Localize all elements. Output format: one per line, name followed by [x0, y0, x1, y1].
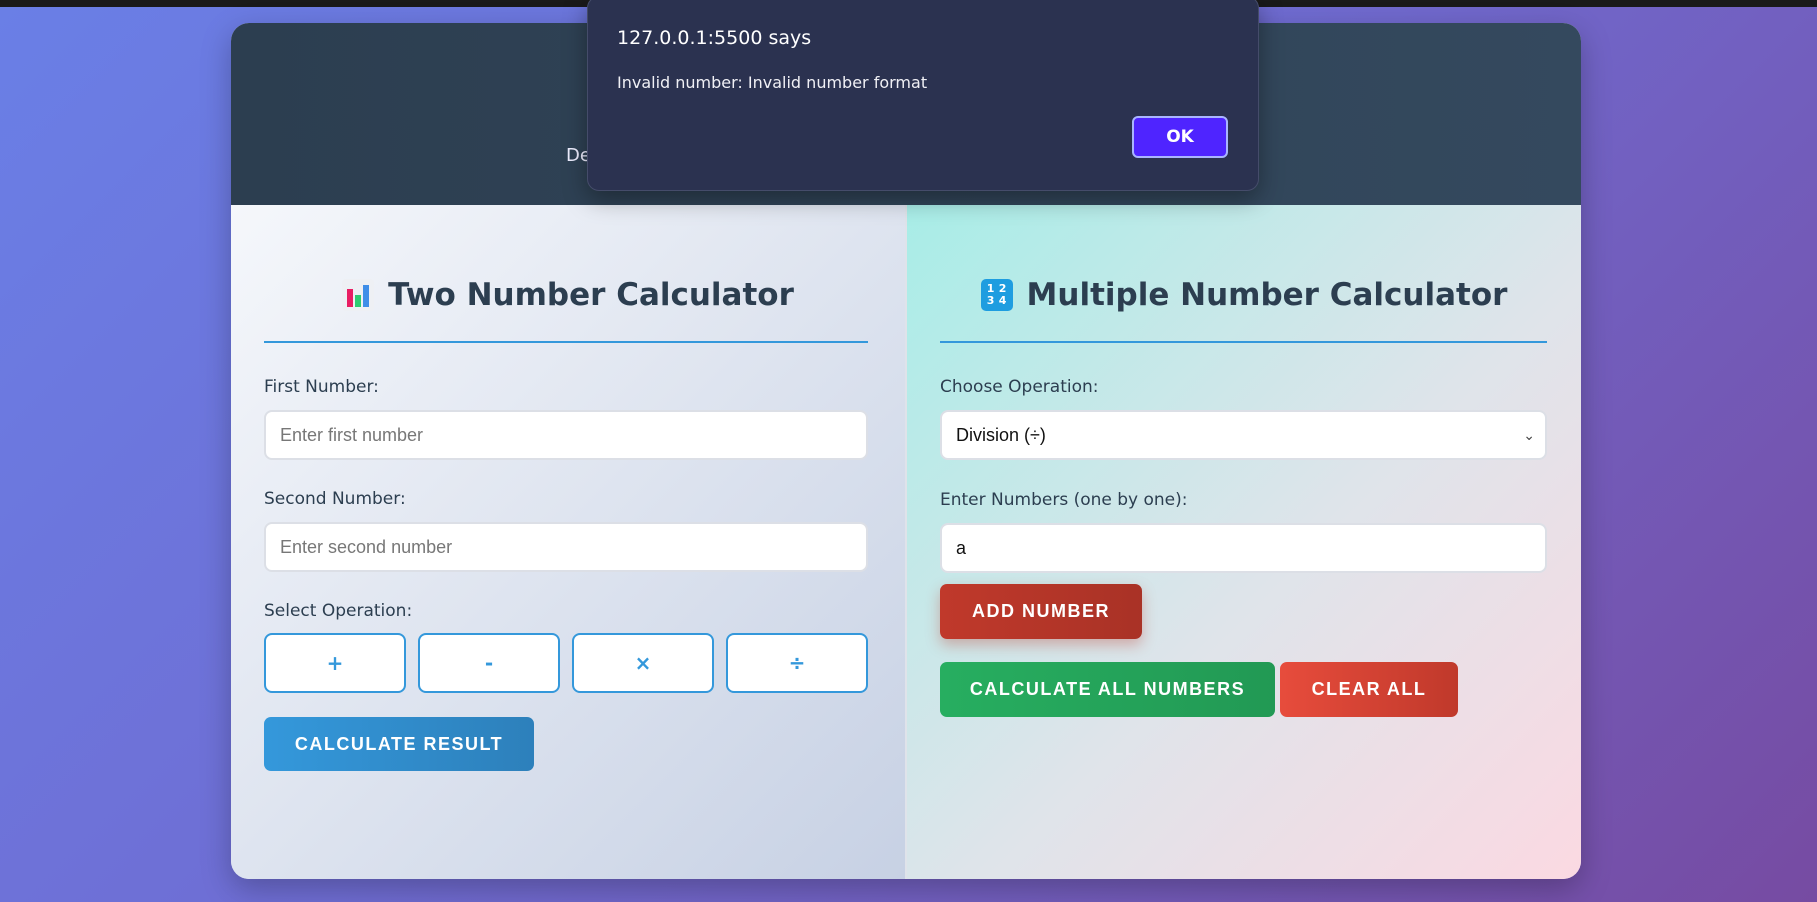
add-operation-button[interactable]: +	[264, 633, 406, 693]
subtract-operation-button[interactable]: -	[418, 633, 560, 693]
multiply-operation-button[interactable]: ×	[572, 633, 714, 693]
choose-operation-label: Choose Operation:	[940, 377, 1099, 397]
dialog-ok-button[interactable]: OK	[1132, 116, 1228, 158]
select-operation-label: Select Operation:	[264, 601, 413, 621]
calculate-all-button[interactable]: CALCULATE ALL NUMBERS	[940, 662, 1275, 717]
multiple-number-panel: 1234 Multiple Number Calculator Choose O…	[907, 205, 1581, 879]
first-number-input[interactable]: Enter first number	[264, 410, 868, 460]
title-underline	[940, 341, 1547, 343]
multiple-number-title-text: Multiple Number Calculator	[1026, 277, 1508, 313]
second-number-input[interactable]: Enter second number	[264, 522, 868, 572]
bar-chart-icon	[342, 279, 375, 311]
first-number-label: First Number:	[264, 377, 379, 397]
clear-all-button[interactable]: CLEAR ALL	[1280, 662, 1458, 717]
two-number-title-text: Two Number Calculator	[388, 277, 794, 313]
enter-numbers-label: Enter Numbers (one by one):	[940, 490, 1188, 510]
add-number-button[interactable]: ADD NUMBER	[940, 584, 1142, 639]
operation-select[interactable]: Division (÷) ⌄	[940, 410, 1547, 460]
multiple-number-title: 1234 Multiple Number Calculator	[907, 277, 1581, 313]
divide-operation-button[interactable]: ÷	[726, 633, 868, 693]
title-underline	[264, 341, 868, 343]
dialog-title: 127.0.0.1:5500 says	[617, 27, 812, 49]
calculate-result-button[interactable]: CALCULATE RESULT	[264, 717, 534, 771]
chevron-down-icon: ⌄	[1523, 427, 1535, 443]
second-number-label: Second Number:	[264, 489, 406, 509]
operation-select-value: Division (÷)	[956, 424, 1046, 445]
two-number-panel: Two Number Calculator First Number: Ente…	[231, 205, 905, 879]
alert-dialog: 127.0.0.1:5500 says Invalid number: Inva…	[587, 0, 1259, 191]
dialog-message: Invalid number: Invalid number format	[617, 73, 928, 92]
number-entry-input[interactable]: a	[940, 523, 1547, 573]
two-number-title: Two Number Calculator	[231, 277, 905, 313]
input-numbers-icon: 1234	[980, 279, 1013, 311]
